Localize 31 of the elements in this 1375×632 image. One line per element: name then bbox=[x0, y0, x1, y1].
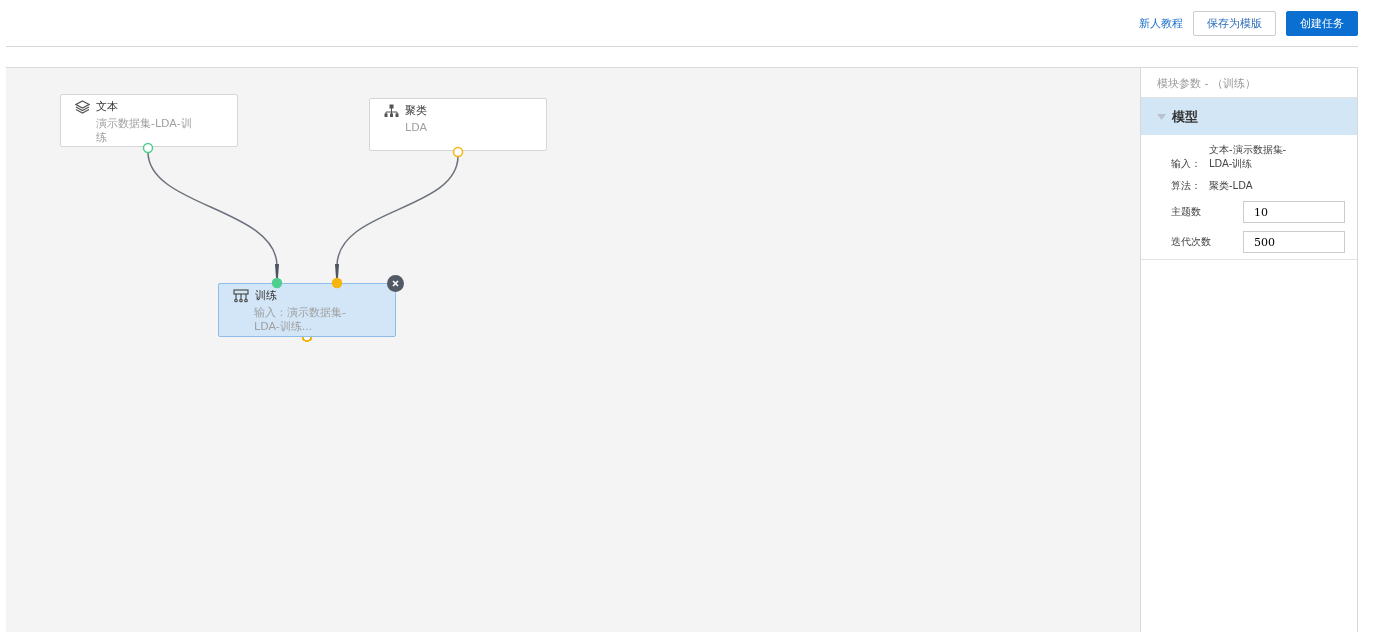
info-value: 文本-演示数据集-LDA-训练 bbox=[1209, 143, 1288, 171]
node-title: 聚类 bbox=[405, 103, 427, 118]
create-task-button[interactable]: 创建任务 bbox=[1286, 10, 1358, 36]
info-value: 聚类-LDA bbox=[1209, 179, 1254, 193]
port-dot[interactable] bbox=[142, 142, 154, 154]
tutorial-link[interactable]: 新人教程 bbox=[1139, 15, 1183, 31]
field-label: 迭代次数 bbox=[1171, 235, 1211, 249]
hierarchy-icon bbox=[384, 103, 399, 118]
node-title: 训练 bbox=[255, 288, 277, 303]
number-field[interactable]: 10 bbox=[1243, 201, 1345, 223]
close-icon bbox=[392, 280, 399, 287]
port-dot[interactable] bbox=[331, 277, 343, 289]
node-subtitle: LDA bbox=[405, 121, 428, 135]
port-dot[interactable] bbox=[271, 277, 283, 289]
module-node[interactable]: 文本 演示数据集-LDA-训练 bbox=[60, 94, 238, 147]
module-node[interactable]: 训练 输入：演示数据集-LDA-训练... bbox=[218, 283, 396, 337]
node-subtitle: 输入：演示数据集-LDA-训练... bbox=[254, 306, 347, 334]
network-icon bbox=[233, 288, 249, 303]
module-node[interactable]: 聚类 LDA bbox=[369, 98, 547, 151]
save-template-button[interactable]: 保存为模版 bbox=[1193, 10, 1276, 36]
info-label: 输入： bbox=[1171, 157, 1201, 171]
layers-icon bbox=[75, 99, 90, 114]
caret-icon bbox=[1157, 113, 1166, 120]
field-label: 主题数 bbox=[1171, 205, 1201, 219]
close-button[interactable] bbox=[387, 275, 404, 292]
section-header[interactable]: 模型 bbox=[1141, 98, 1357, 135]
node-subtitle: 演示数据集-LDA-训练 bbox=[96, 117, 193, 145]
number-field[interactable]: 500 bbox=[1243, 231, 1345, 253]
info-label: 算法： bbox=[1171, 179, 1201, 193]
port-dot[interactable] bbox=[452, 146, 464, 158]
node-title: 文本 bbox=[96, 99, 118, 114]
